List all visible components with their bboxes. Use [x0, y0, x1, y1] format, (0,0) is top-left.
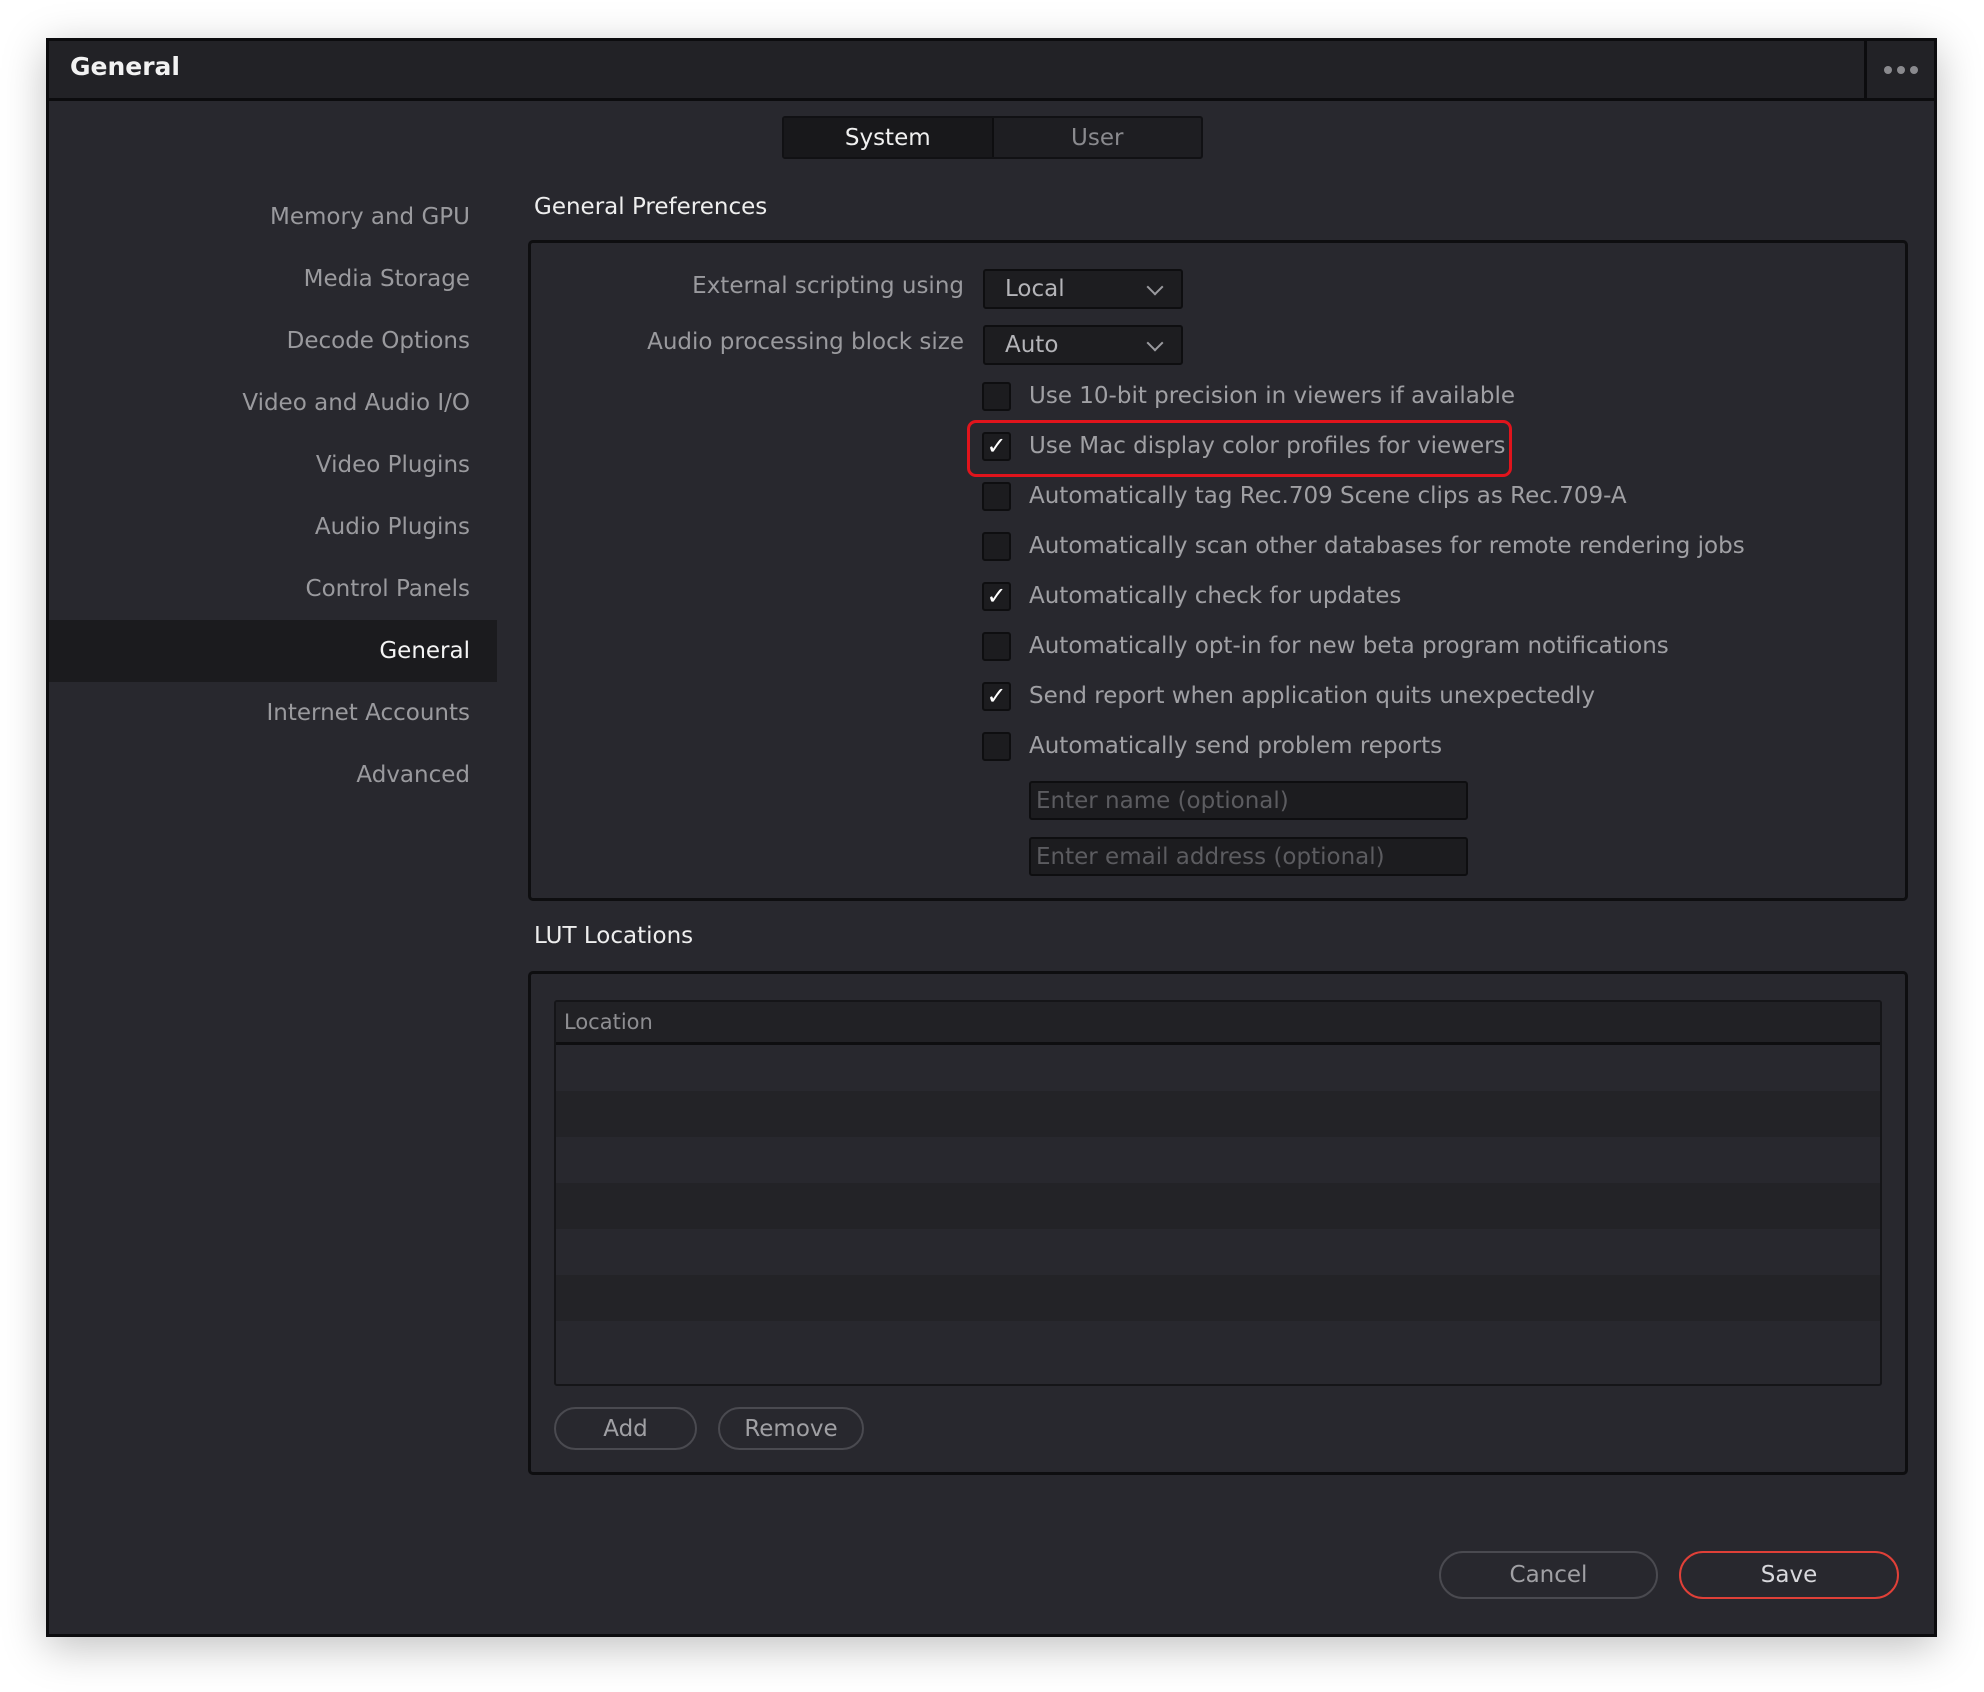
checkbox-beta-notifications[interactable]: Automatically opt-in for new beta progra… — [982, 629, 1669, 663]
table-row — [556, 1137, 1880, 1183]
sidebar: Memory and GPU Media Storage Decode Opti… — [49, 186, 497, 806]
remove-button[interactable]: Remove — [718, 1407, 864, 1450]
external-scripting-value: Local — [1005, 276, 1065, 302]
sidebar-item-advanced[interactable]: Advanced — [49, 744, 497, 806]
table-row — [556, 1275, 1880, 1321]
more-horizontal-icon — [1896, 65, 1905, 74]
checkbox-send-report-on-quit[interactable]: ✓ Send report when application quits une… — [982, 679, 1595, 713]
checkbox-send-problem-reports[interactable]: Automatically send problem reports — [982, 729, 1442, 763]
preferences-window: General System User Memory and GPU Media… — [46, 38, 1937, 1637]
audio-block-size-value: Auto — [1005, 332, 1059, 358]
title-bar: General — [49, 41, 1934, 101]
checkbox[interactable] — [982, 381, 1011, 411]
more-horizontal-icon — [1909, 65, 1918, 74]
sidebar-item-memory-gpu[interactable]: Memory and GPU — [49, 186, 497, 248]
scope-tabs: System User — [782, 116, 1203, 159]
sidebar-item-general[interactable]: General — [49, 620, 497, 682]
checkbox-label: Use Mac display color profiles for viewe… — [1029, 433, 1506, 459]
external-scripting-label: External scripting using — [692, 273, 964, 299]
table-row — [556, 1091, 1880, 1137]
add-button[interactable]: Add — [554, 1407, 697, 1450]
table-row — [556, 1229, 1880, 1275]
sidebar-item-internet-accounts[interactable]: Internet Accounts — [49, 682, 497, 744]
checkmark-icon[interactable]: ✓ — [982, 681, 1011, 711]
sidebar-item-audio-plugins[interactable]: Audio Plugins — [49, 496, 497, 558]
sidebar-item-media-storage[interactable]: Media Storage — [49, 248, 497, 310]
tab-user[interactable]: User — [994, 118, 1202, 157]
chevron-down-icon — [1146, 334, 1164, 352]
checkbox-label: Automatically scan other databases for r… — [1029, 533, 1745, 559]
checkbox[interactable] — [982, 531, 1011, 561]
lut-locations-table[interactable]: Location — [554, 1000, 1882, 1386]
lut-locations-title: LUT Locations — [534, 923, 694, 949]
sidebar-item-video-plugins[interactable]: Video Plugins — [49, 434, 497, 496]
checkbox[interactable] — [982, 631, 1011, 661]
checkbox-label: Automatically check for updates — [1029, 583, 1402, 609]
audio-block-size-label: Audio processing block size — [647, 329, 964, 355]
checkbox-10bit-precision[interactable]: Use 10-bit precision in viewers if avail… — [982, 379, 1515, 413]
chevron-down-icon — [1146, 278, 1164, 296]
checkbox-mac-display-color-profiles[interactable]: ✓ Use Mac display color profiles for vie… — [982, 429, 1506, 463]
email-input[interactable]: Enter email address (optional) — [1029, 837, 1468, 876]
tab-system[interactable]: System — [784, 118, 994, 157]
checkbox-label: Automatically opt-in for new beta progra… — [1029, 633, 1669, 659]
more-horizontal-icon — [1883, 65, 1892, 74]
checkbox[interactable] — [982, 731, 1011, 761]
column-header-location[interactable]: Location — [556, 1002, 1880, 1045]
checkbox-label: Automatically send problem reports — [1029, 733, 1443, 759]
more-options-button[interactable] — [1864, 41, 1934, 98]
checkbox-label: Use 10-bit precision in viewers if avail… — [1029, 383, 1515, 409]
checkmark-icon[interactable]: ✓ — [982, 581, 1011, 611]
save-button[interactable]: Save — [1679, 1551, 1899, 1599]
checkbox-label: Automatically tag Rec.709 Scene clips as… — [1029, 483, 1627, 509]
general-preferences-title: General Preferences — [534, 194, 768, 220]
sidebar-item-control-panels[interactable]: Control Panels — [49, 558, 497, 620]
table-row — [556, 1183, 1880, 1229]
name-input[interactable]: Enter name (optional) — [1029, 781, 1468, 820]
checkbox-check-updates[interactable]: ✓ Automatically check for updates — [982, 579, 1401, 613]
external-scripting-dropdown[interactable]: Local — [983, 269, 1183, 309]
table-row — [556, 1045, 1880, 1091]
checkbox-tag-rec709[interactable]: Automatically tag Rec.709 Scene clips as… — [982, 479, 1627, 513]
cancel-button[interactable]: Cancel — [1439, 1551, 1658, 1599]
checkbox-label: Send report when application quits unexp… — [1029, 683, 1595, 709]
audio-block-size-dropdown[interactable]: Auto — [983, 325, 1183, 365]
window-title: General — [70, 52, 180, 81]
table-body — [556, 1045, 1880, 1367]
table-row — [556, 1321, 1880, 1367]
checkmark-icon[interactable]: ✓ — [982, 431, 1011, 461]
sidebar-item-decode-options[interactable]: Decode Options — [49, 310, 497, 372]
checkbox-scan-databases[interactable]: Automatically scan other databases for r… — [982, 529, 1745, 563]
sidebar-item-video-audio-io[interactable]: Video and Audio I/O — [49, 372, 497, 434]
checkbox[interactable] — [982, 481, 1011, 511]
